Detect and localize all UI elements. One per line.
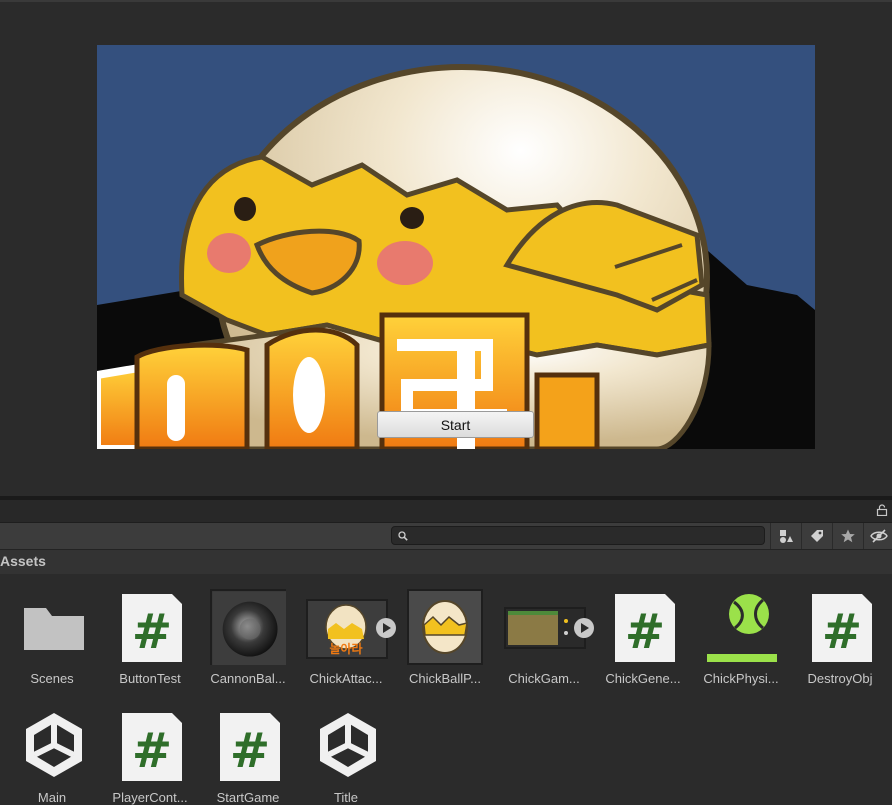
asset-label: ChickBallP... [408, 671, 481, 686]
folder-icon [24, 608, 84, 650]
svg-text:#: # [625, 604, 665, 660]
favorites-button[interactable] [832, 523, 863, 549]
svg-text:#: # [132, 723, 172, 779]
asset-label: Main [37, 790, 67, 805]
asset-label: ButtonTest [119, 671, 181, 686]
start-button[interactable]: Start [377, 411, 534, 438]
asset-label: ChickAttac... [309, 671, 383, 686]
asset-item-buttontest[interactable]: # ButtonTest [102, 574, 198, 686]
asset-label: DestroyObj [807, 671, 873, 686]
csharp-script-icon: # [220, 713, 280, 781]
asset-label: ChickPhysi... [703, 671, 779, 686]
project-toolbar [0, 523, 892, 550]
hidden-packages-button[interactable] [863, 523, 892, 549]
asset-label: PlayerCont... [112, 790, 188, 805]
asset-item-main[interactable]: Main [4, 693, 100, 805]
asset-label: CannonBal... [210, 671, 286, 686]
csharp-script-icon: # [812, 594, 872, 662]
csharp-script-icon: # [615, 594, 675, 662]
filter-by-type-button[interactable] [770, 523, 801, 549]
asset-label: Scenes [30, 671, 74, 686]
asset-label: StartGame [216, 790, 280, 805]
asset-item-chickgame[interactable]: ChickGam... [496, 574, 594, 686]
cannonball-texture-icon [210, 589, 286, 665]
search-field[interactable] [391, 526, 765, 546]
asset-item-scenes[interactable]: Scenes [4, 574, 100, 686]
asset-label: ChickGene... [605, 671, 681, 686]
filter-type-icon [780, 530, 793, 543]
physics-material-icon [707, 594, 777, 662]
asset-item-chickgenerator[interactable]: # ChickGene... [595, 574, 691, 686]
svg-text:놀아라: 놀아라 [329, 641, 362, 656]
lock-icon[interactable] [876, 504, 888, 516]
filter-by-label-button[interactable] [801, 523, 832, 549]
game-view: Start [0, 0, 892, 496]
assets-title[interactable]: Assets [0, 553, 46, 569]
project-tab-strip [0, 500, 892, 523]
asset-item-chickballprefab[interactable]: ChickBallP... [397, 574, 493, 686]
search-input[interactable] [412, 527, 756, 546]
asset-item-startgame[interactable]: # StartGame [200, 693, 296, 805]
unity-scene-icon [26, 713, 82, 777]
asset-label: ChickGam... [508, 671, 580, 686]
title-artwork [97, 64, 815, 449]
svg-text:#: # [132, 604, 172, 660]
asset-item-playercontroller[interactable]: # PlayerCont... [102, 693, 198, 805]
svg-text:#: # [230, 723, 270, 779]
asset-item-chickphysics[interactable]: ChickPhysi... [693, 574, 789, 686]
favorite-icon [841, 529, 855, 543]
search-icon [398, 531, 408, 541]
csharp-script-icon: # [122, 713, 182, 781]
label-icon [811, 530, 823, 542]
game-canvas [97, 45, 815, 449]
csharp-script-icon: # [122, 594, 182, 662]
asset-item-chickattack[interactable]: 놀아라 ChickAttac... [298, 574, 396, 686]
play-icon[interactable] [376, 618, 396, 638]
asset-label: Title [333, 790, 359, 805]
asset-item-destroyobj[interactable]: # DestroyObj [792, 574, 888, 686]
play-icon[interactable] [574, 618, 594, 638]
unity-scene-icon [320, 713, 376, 777]
asset-grid: Scenes # ButtonTest CannonBal... 놀아라 Chi… [0, 574, 892, 805]
assets-breadcrumb: Assets [0, 550, 892, 574]
svg-text:#: # [822, 604, 862, 660]
hidden-icon [869, 529, 888, 543]
asset-item-title[interactable]: Title [298, 693, 394, 805]
chick-ball-prefab-icon [407, 589, 483, 665]
asset-item-cannonball[interactable]: CannonBal... [200, 574, 296, 686]
